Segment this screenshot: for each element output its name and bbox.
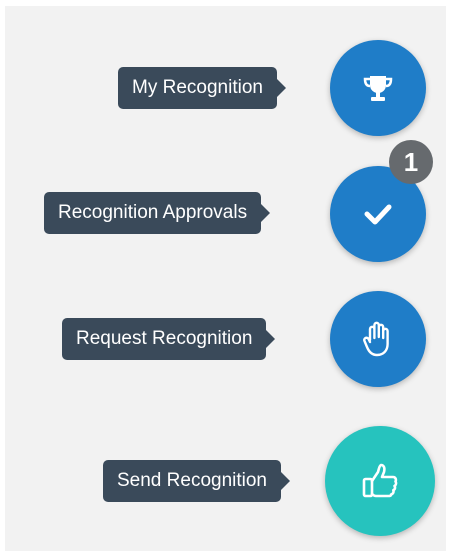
tooltip-my-recognition: My Recognition <box>118 67 286 109</box>
tooltip-request-recognition: Request Recognition <box>62 318 276 360</box>
checkmark-icon <box>363 199 393 229</box>
approvals-count-badge: 1 <box>389 140 433 184</box>
request-recognition-button[interactable] <box>330 291 426 387</box>
tooltip-recognition-approvals: Recognition Approvals <box>44 192 271 234</box>
send-recognition-button[interactable] <box>325 426 435 536</box>
thumbs-up-icon <box>360 461 400 501</box>
my-recognition-button[interactable] <box>330 40 426 136</box>
trophy-icon <box>361 71 395 105</box>
tooltip-send-recognition: Send Recognition <box>103 460 290 502</box>
raised-hand-icon <box>361 320 395 358</box>
